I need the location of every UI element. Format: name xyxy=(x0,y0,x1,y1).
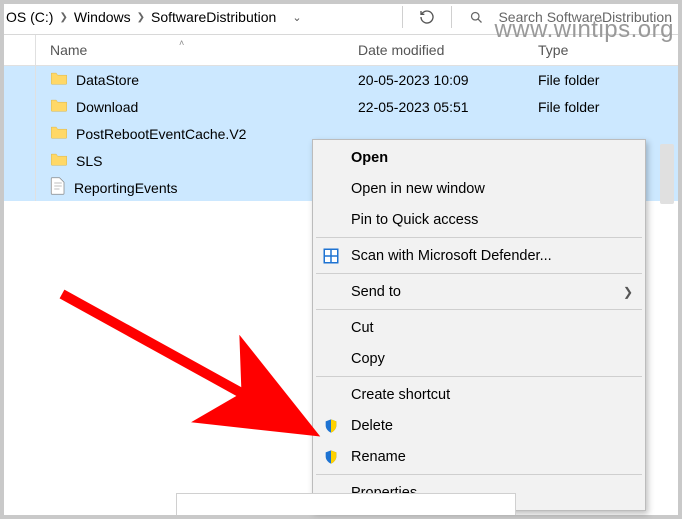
column-headers: Name Date modified Type xyxy=(4,34,678,66)
defender-icon xyxy=(321,246,341,266)
tree-gutter xyxy=(4,66,36,93)
annotation-highlight-box xyxy=(4,201,316,239)
uac-shield-icon xyxy=(321,447,341,467)
file-name: PostRebootEventCache.V2 xyxy=(76,126,246,142)
divider xyxy=(402,6,403,28)
menu-item-copy[interactable]: Copy xyxy=(315,343,643,374)
search-icon[interactable] xyxy=(466,7,486,27)
file-date: 22-05-2023 05:51 xyxy=(344,99,524,115)
tree-gutter xyxy=(4,174,36,201)
menu-item-pin-quick-access[interactable]: Pin to Quick access xyxy=(315,204,643,235)
menu-item-scan-defender[interactable]: Scan with Microsoft Defender... xyxy=(315,240,643,271)
chevron-right-icon: ❯ xyxy=(623,285,633,299)
menu-separator xyxy=(316,309,642,310)
chevron-right-icon: ❯ xyxy=(137,12,145,23)
uac-shield-icon xyxy=(321,416,341,436)
refresh-icon[interactable] xyxy=(417,7,437,27)
menu-separator xyxy=(316,474,642,475)
menu-separator xyxy=(316,376,642,377)
menu-item-delete[interactable]: Delete xyxy=(315,410,643,441)
file-name: DataStore xyxy=(76,72,139,88)
folder-icon xyxy=(50,98,68,115)
sort-indicator-icon: ˄ xyxy=(179,38,184,48)
file-name: Download xyxy=(76,99,138,115)
tree-gutter xyxy=(4,147,36,174)
menu-item-send-to[interactable]: Send to ❯ xyxy=(315,276,643,307)
breadcrumb-root[interactable]: OS (C:) xyxy=(6,9,53,25)
context-menu: Open Open in new window Pin to Quick acc… xyxy=(312,139,646,511)
file-name: ReportingEvents xyxy=(74,180,178,196)
menu-separator xyxy=(316,237,642,238)
table-row[interactable]: DataStore 20-05-2023 10:09File folder xyxy=(4,66,678,93)
table-row[interactable]: Download 22-05-2023 05:51File folder xyxy=(4,93,678,120)
chevron-right-icon: ❯ xyxy=(59,12,67,23)
menu-item-open[interactable]: Open xyxy=(315,142,643,173)
address-bar: OS (C:) ❯ Windows ❯ SoftwareDistribution… xyxy=(4,4,678,34)
column-header-type[interactable]: Type xyxy=(524,35,678,65)
tree-gutter xyxy=(4,93,36,120)
menu-item-rename[interactable]: Rename xyxy=(315,441,643,472)
folder-icon xyxy=(50,152,68,169)
tree-gutter xyxy=(4,120,36,147)
column-header-date[interactable]: Date modified xyxy=(344,35,524,65)
file-icon xyxy=(50,177,66,198)
file-type: File folder xyxy=(524,99,678,115)
breadcrumb-segment[interactable]: Windows xyxy=(74,9,131,25)
status-bar-stub xyxy=(176,493,516,515)
file-type: File folder xyxy=(524,72,678,88)
file-name: SLS xyxy=(76,153,102,169)
folder-icon xyxy=(50,71,68,88)
chevron-down-icon[interactable]: ⌄ xyxy=(292,11,301,24)
column-header-name[interactable]: Name xyxy=(36,35,344,65)
divider xyxy=(451,6,452,28)
menu-item-open-new-window[interactable]: Open in new window xyxy=(315,173,643,204)
scrollbar[interactable] xyxy=(660,144,674,204)
breadcrumb-segment[interactable]: SoftwareDistribution xyxy=(151,9,276,25)
folder-icon xyxy=(50,125,68,142)
search-input[interactable]: Search SoftwareDistribution xyxy=(498,9,672,25)
tree-gutter xyxy=(4,35,36,65)
menu-item-cut[interactable]: Cut xyxy=(315,312,643,343)
menu-separator xyxy=(316,273,642,274)
breadcrumb[interactable]: OS (C:) ❯ Windows ❯ SoftwareDistribution… xyxy=(6,9,388,25)
file-date: 20-05-2023 10:09 xyxy=(344,72,524,88)
menu-item-create-shortcut[interactable]: Create shortcut xyxy=(315,379,643,410)
